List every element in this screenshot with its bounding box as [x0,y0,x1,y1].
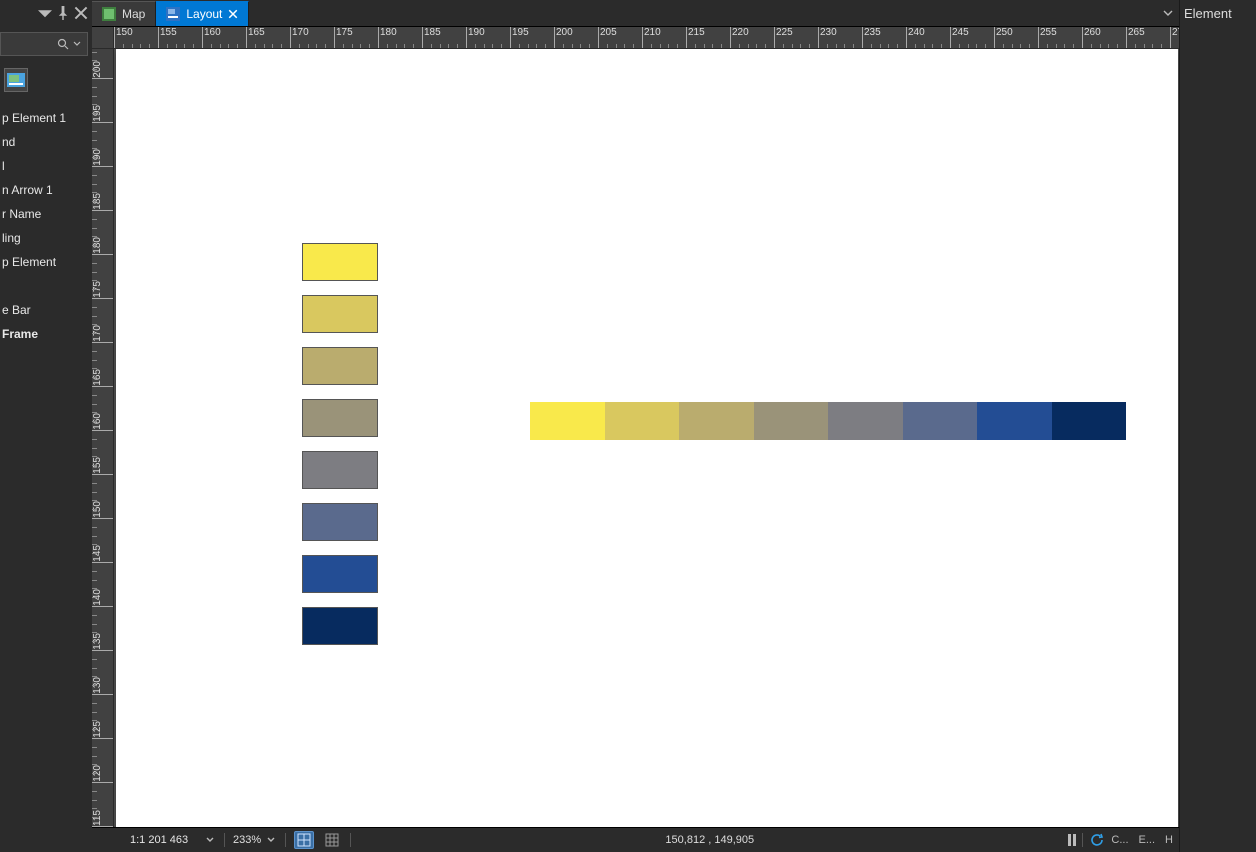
search-dropdown-icon[interactable] [73,37,81,51]
zoom-value: 233% [233,834,261,846]
layout-page[interactable] [116,49,1178,827]
tree-item[interactable]: nd [0,130,92,154]
status-extra[interactable]: E... [1139,834,1156,846]
tab-layout[interactable]: Layout [156,1,249,26]
ruler-vertical[interactable]: 1151201251301351401451501551601651701751… [92,49,114,827]
legend-swatch[interactable] [828,402,903,440]
legend-swatch[interactable] [1052,402,1127,440]
contents-tree: p Element 1 nd l n Arrow 1 r Name ling p… [0,106,92,852]
zoom-dropdown-icon[interactable] [265,834,277,846]
legend-swatch[interactable] [302,555,378,593]
legend-swatch[interactable] [302,399,378,437]
separator [1082,833,1083,847]
contents-panel: p Element 1 nd l n Arrow 1 r Name ling p… [0,0,92,852]
legend-swatch[interactable] [679,402,754,440]
tree-item-selected[interactable]: Frame [0,322,92,346]
tree-item[interactable] [0,274,92,298]
tab-map[interactable]: Map [92,1,156,26]
tree-item[interactable]: n Arrow 1 [0,178,92,202]
legend-swatch[interactable] [903,402,978,440]
search-icon [57,38,69,50]
tree-item[interactable]: ling [0,226,92,250]
layout-workarea: 1501551601651701751801851901952002052102… [92,27,1179,827]
tree-item[interactable]: r Name [0,202,92,226]
legend-swatch[interactable] [302,295,378,333]
refresh-button[interactable] [1089,832,1105,848]
legend-swatch[interactable] [302,607,378,645]
legend-swatch[interactable] [754,402,829,440]
cursor-coordinates: 150,812 , 149,905 [359,834,1060,846]
panel-header [0,0,92,26]
legend-swatch[interactable] [302,451,378,489]
panel-title: Element [1184,6,1232,21]
pin-icon[interactable] [56,6,70,20]
layout-thumbnail-icon[interactable] [4,68,28,92]
layout-canvas[interactable] [114,49,1179,827]
snap-mode-2-button[interactable] [322,831,342,849]
scale-input[interactable] [130,831,200,849]
separator [285,833,286,847]
tab-label: Map [122,7,145,21]
legend-swatch[interactable] [605,402,680,440]
status-extras: C... E... H [1111,834,1173,846]
legend-vertical[interactable] [302,243,378,645]
status-extra[interactable]: C... [1111,834,1128,846]
legend-swatch[interactable] [302,503,378,541]
legend-swatch[interactable] [530,402,605,440]
tree-item[interactable]: p Element 1 [0,106,92,130]
view-tabstrip: Map Layout [92,0,1179,27]
tree-item[interactable]: p Element [0,250,92,274]
search-input[interactable] [0,32,88,56]
legend-horizontal[interactable] [530,402,1126,440]
search-row [0,26,92,62]
legend-swatch[interactable] [302,347,378,385]
legend-swatch[interactable] [302,243,378,281]
scale-control[interactable] [130,831,216,849]
legend-swatch[interactable] [977,402,1052,440]
tab-overflow-icon[interactable] [1161,6,1175,20]
ruler-corner [92,27,114,49]
tree-item[interactable]: e Bar [0,298,92,322]
map-icon [102,7,116,21]
separator [224,833,225,847]
ruler-horizontal[interactable]: 1501551601651701751801851901952002052102… [114,27,1179,49]
status-extra[interactable]: H [1165,834,1173,846]
tab-label: Layout [186,7,222,21]
layout-icon [166,7,180,21]
tree-item[interactable]: l [0,154,92,178]
snap-mode-1-button[interactable] [294,831,314,849]
status-bar: 233% 150,812 , 149,905 C... E... [92,827,1179,852]
close-icon[interactable] [74,6,88,20]
center-area: Map Layout 15015516016517017518018519019… [92,0,1179,852]
tab-close-icon[interactable] [228,9,238,19]
pause-draw-button[interactable] [1068,834,1076,846]
element-panel: Element [1179,0,1256,852]
zoom-control[interactable]: 233% [233,834,277,846]
scale-dropdown-icon[interactable] [204,834,216,846]
panel-menu-icon[interactable] [38,6,52,20]
separator [350,833,351,847]
